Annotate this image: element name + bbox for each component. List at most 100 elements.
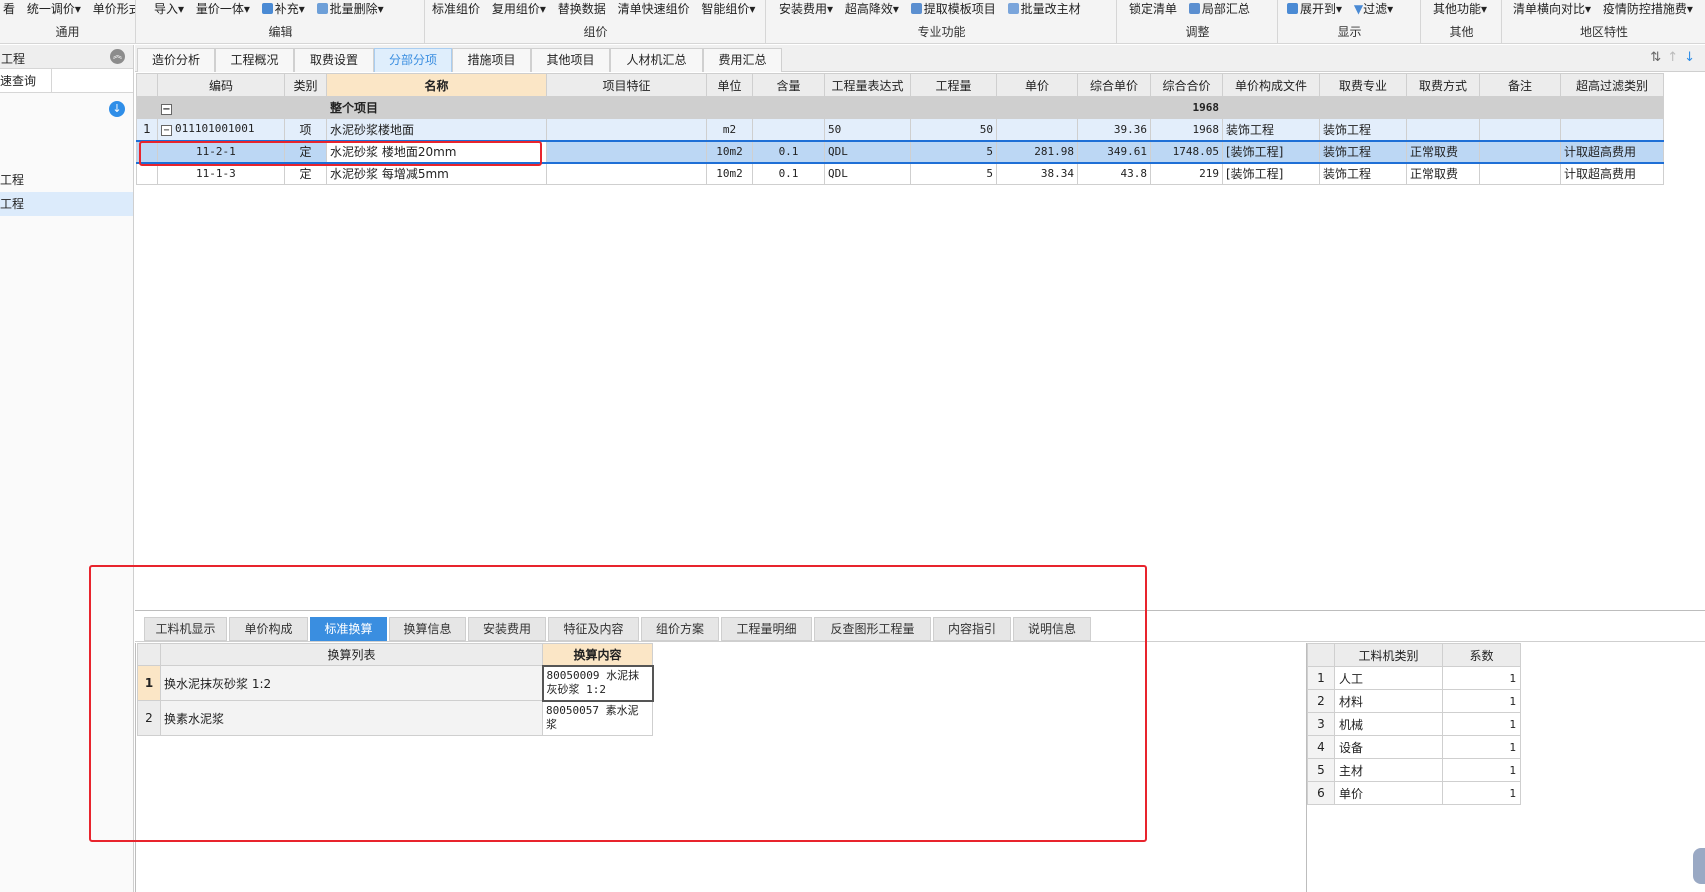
install-fee-button[interactable]: 安装费用▾ — [776, 1, 836, 17]
import-button[interactable]: 导入▾ — [151, 1, 187, 17]
note-cell[interactable] — [1479, 162, 1561, 185]
fee-method-cell[interactable]: 正常取费 — [1406, 139, 1480, 164]
tab-fee-settings[interactable]: 取费设置 — [294, 48, 374, 72]
tree-item-project[interactable]: 工程 — [0, 168, 133, 192]
conversion-item-cell[interactable]: 换水泥抹灰砂浆 1:2 — [160, 665, 543, 701]
coefficient-row[interactable]: 4 设备 1 — [1307, 735, 1521, 759]
smart-pricing-button[interactable]: 智能组价▾ — [698, 1, 758, 17]
col-header-fee-method[interactable]: 取费方式 — [1406, 73, 1480, 97]
tab-unit-price-composition[interactable]: 单价构成 — [229, 617, 308, 641]
tree-item-project-selected[interactable]: 工程 — [0, 192, 133, 216]
qty-expr-cell[interactable]: 50 — [824, 118, 911, 141]
coefficient-row[interactable]: 5 主材 1 — [1307, 758, 1521, 782]
coefficient-value-cell[interactable]: 1 — [1442, 781, 1521, 805]
col-header-unit-price[interactable]: 单价 — [996, 73, 1078, 97]
pane-splitter[interactable] — [135, 610, 1705, 611]
tab-sub-items[interactable]: 分部分项 — [374, 48, 452, 72]
feature-cell[interactable] — [546, 118, 707, 141]
table-row-selected[interactable]: 11-2-1 定 水泥砂浆 楼地面20mm 10m2 0.1 QDL 5 281… — [136, 139, 1664, 164]
col-header-fee-spec[interactable]: 取费专业 — [1319, 73, 1407, 97]
code-cell[interactable]: 11-1-3 — [157, 162, 285, 185]
qty-cell[interactable]: 50 — [910, 118, 997, 141]
collapse-toggle-icon[interactable]: − — [161, 104, 172, 115]
epidemic-fee-button[interactable]: 疫情防控措施费▾ — [1600, 1, 1696, 17]
name-cell[interactable]: 水泥砂浆 楼地面20mm — [326, 139, 547, 164]
coefficient-value-cell[interactable]: 1 — [1442, 689, 1521, 713]
feature-cell[interactable] — [546, 162, 707, 185]
floating-assistant-icon[interactable] — [1693, 848, 1705, 884]
collapse-icon[interactable]: ︽ — [110, 49, 125, 64]
name-cell[interactable]: 整个项目 — [326, 96, 547, 119]
type-cell[interactable]: 定 — [284, 139, 327, 164]
unit-cell[interactable]: 10m2 — [706, 162, 753, 185]
content-cell[interactable] — [752, 118, 825, 141]
conversion-content-cell[interactable]: 80050057 素水泥浆 — [542, 700, 653, 736]
move-down-icon[interactable]: ↓ — [1684, 50, 1701, 65]
horizontal-compare-button[interactable]: 清单横向对比▾ — [1510, 1, 1594, 17]
coefficient-value-cell[interactable]: 1 — [1442, 758, 1521, 782]
tab-features-content[interactable]: 特征及内容 — [548, 617, 639, 641]
coefficient-row[interactable]: 2 材料 1 — [1307, 689, 1521, 713]
col-header-note[interactable]: 备注 — [1479, 73, 1561, 97]
other-functions-button[interactable]: 其他功能▾ — [1430, 1, 1490, 17]
type-cell[interactable]: 定 — [284, 162, 327, 185]
conversion-content-cell[interactable]: 80050009 水泥抹灰砂浆 1:2 — [541, 664, 654, 702]
extract-template-button[interactable]: 提取模板项目 — [908, 1, 999, 17]
code-cell[interactable]: −011101001001 — [157, 118, 285, 141]
col-header-comp-total[interactable]: 综合合价 — [1150, 73, 1223, 97]
height-filter-cell[interactable]: 计取超高费用 — [1560, 139, 1664, 164]
coefficient-value-cell[interactable]: 1 — [1442, 666, 1521, 690]
coefficient-value-cell[interactable]: 1 — [1442, 735, 1521, 759]
coefficient-row[interactable]: 3 机械 1 — [1307, 712, 1521, 736]
tab-content-guide[interactable]: 内容指引 — [933, 617, 1011, 641]
qty-cell[interactable]: 5 — [910, 139, 997, 164]
quick-pricing-button[interactable]: 清单快速组价 — [615, 1, 693, 17]
price-file-cell[interactable]: 装饰工程 — [1222, 118, 1320, 141]
fee-spec-cell[interactable]: 装饰工程 — [1319, 139, 1407, 164]
unit-price-cell[interactable] — [996, 118, 1078, 141]
code-cell[interactable]: 11-2-1 — [157, 139, 285, 164]
sort-icon[interactable]: ⇅ — [1650, 50, 1667, 65]
reuse-pricing-button[interactable]: 复用组价▾ — [489, 1, 549, 17]
standard-pricing-button[interactable]: 标准组价 — [429, 1, 483, 17]
col-header-qty[interactable]: 工程量 — [910, 73, 997, 97]
view-button[interactable]: 看 — [0, 1, 18, 17]
coefficient-value-cell[interactable]: 1 — [1442, 712, 1521, 736]
uniform-price-adjust-button[interactable]: 统一调价▾ — [24, 1, 84, 17]
fee-spec-cell[interactable]: 装饰工程 — [1319, 118, 1407, 141]
partial-summary-button[interactable]: 局部汇总 — [1186, 1, 1253, 17]
comp-total-cell[interactable]: 1968 — [1150, 118, 1223, 141]
qty-expr-cell[interactable]: QDL — [824, 162, 911, 185]
replace-data-button[interactable]: 替换数据 — [555, 1, 609, 17]
tab-conversion-info[interactable]: 换算信息 — [389, 617, 466, 641]
feature-cell[interactable] — [546, 139, 707, 164]
col-header-code[interactable]: 编码 — [157, 73, 285, 97]
col-header-type[interactable]: 类别 — [284, 73, 327, 97]
fee-method-cell[interactable]: 正常取费 — [1406, 162, 1480, 185]
move-up-icon[interactable]: ↑ — [1667, 50, 1684, 65]
conversion-row[interactable]: 2 换素水泥浆 80050057 素水泥浆 — [137, 700, 653, 736]
tab-install-fee[interactable]: 安装费用 — [468, 617, 546, 641]
comp-price-cell[interactable]: 39.36 — [1077, 118, 1151, 141]
fee-spec-cell[interactable]: 装饰工程 — [1319, 162, 1407, 185]
name-cell[interactable]: 水泥砂浆 每增减5mm — [326, 162, 547, 185]
table-row[interactable]: 1 −011101001001 项 水泥砂浆楼地面 m2 50 50 39.36… — [136, 118, 1664, 141]
type-cell[interactable]: 项 — [284, 118, 327, 141]
tab-other-items[interactable]: 其他项目 — [531, 48, 610, 72]
note-cell[interactable] — [1479, 139, 1561, 164]
tab-qty-details[interactable]: 工程量明细 — [721, 617, 812, 641]
expand-to-button[interactable]: 展开到▾ — [1284, 1, 1345, 17]
comp-total-cell[interactable]: 219 — [1150, 162, 1223, 185]
price-file-cell[interactable]: [装饰工程] — [1222, 162, 1320, 185]
height-filter-cell[interactable] — [1560, 118, 1664, 141]
tab-project-overview[interactable]: 工程概况 — [215, 48, 294, 72]
qty-expr-cell[interactable]: QDL — [824, 139, 911, 164]
table-row[interactable]: 11-1-3 定 水泥砂浆 每增减5mm 10m2 0.1 QDL 5 38.3… — [136, 162, 1664, 185]
col-header-feature[interactable]: 项目特征 — [546, 73, 707, 97]
qty-price-integration-button[interactable]: 量价一体▾ — [193, 1, 253, 17]
col-header-height-filter[interactable]: 超高过滤类别 — [1560, 73, 1664, 97]
content-cell[interactable]: 0.1 — [752, 162, 825, 185]
download-arrow-icon[interactable]: ↓ — [109, 101, 125, 117]
tab-standard-conversion[interactable]: 标准换算 — [310, 617, 387, 641]
comp-total-cell[interactable]: 1748.05 — [1150, 139, 1223, 164]
